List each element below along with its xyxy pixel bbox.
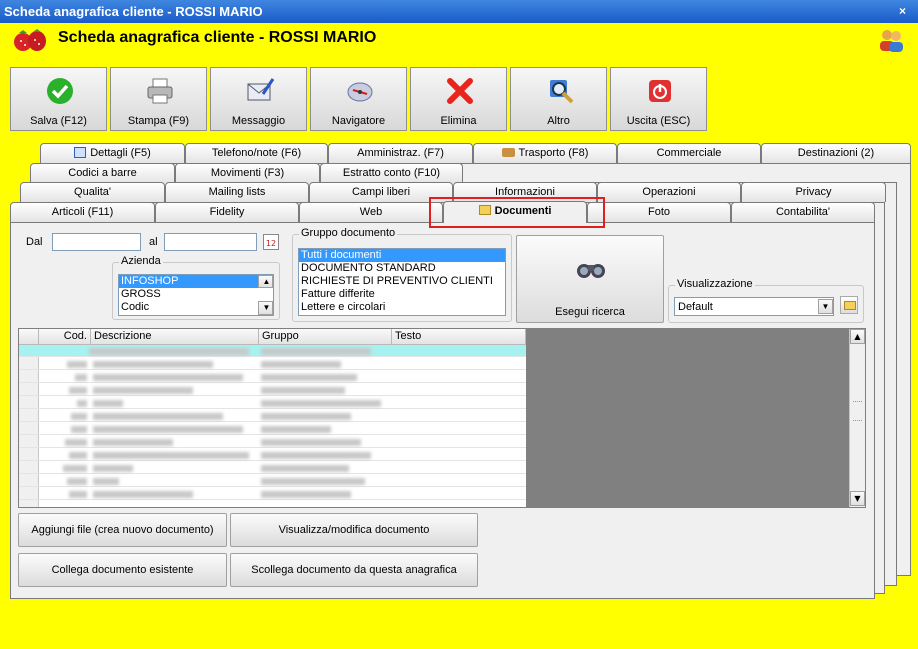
table-row[interactable] <box>19 358 526 370</box>
column-header-gruppo[interactable]: Gruppo <box>259 329 392 345</box>
table-row[interactable] <box>19 488 526 500</box>
visualizzazione-title: Visualizzazione <box>675 278 755 290</box>
highlight-box <box>429 197 605 228</box>
folder-open-button[interactable] <box>840 296 858 314</box>
tab-privacy[interactable]: Privacy <box>741 182 886 202</box>
delete-icon <box>447 78 473 104</box>
folder-icon <box>844 301 856 310</box>
column-header-descrizione[interactable]: Descrizione <box>91 329 259 345</box>
link-document-button[interactable]: Collega documento esistente <box>18 553 227 587</box>
dal-label: Dal <box>26 236 43 248</box>
list-item[interactable]: RICHIESTE DI PREVENTIVO CLIENTI <box>299 275 505 288</box>
list-item[interactable]: DOCUMENTO STANDARD <box>299 262 505 275</box>
navigator-button[interactable]: Navigatore <box>310 67 407 131</box>
documents-grid[interactable]: Cod. Descrizione Gruppo Testo ▲ ▼ <box>18 328 866 508</box>
close-icon[interactable]: × <box>899 0 906 23</box>
binoculars-icon <box>577 264 605 278</box>
grid-empty-area <box>526 329 850 507</box>
list-item[interactable]: INFOSHOP <box>119 275 273 288</box>
window-titlebar: Scheda anagrafica cliente - ROSSI MARIO … <box>0 0 918 23</box>
al-label: al <box>149 236 158 248</box>
tab-qualita[interactable]: Qualita' <box>20 182 165 202</box>
table-row[interactable] <box>19 397 526 409</box>
tab-web[interactable]: Web <box>299 202 443 222</box>
other-button[interactable]: Altro <box>510 67 607 131</box>
check-icon <box>47 78 73 104</box>
azienda-group-title: Azienda <box>119 255 163 267</box>
table-row[interactable] <box>19 423 526 435</box>
truck-icon <box>501 148 515 157</box>
table-row[interactable] <box>19 410 526 422</box>
table-row[interactable] <box>19 384 526 396</box>
magnifier-icon <box>550 80 574 104</box>
tab-operazioni[interactable]: Operazioni <box>597 182 741 202</box>
scroll-up-icon[interactable]: ▲ <box>850 329 865 344</box>
gruppo-documento-listbox[interactable]: Tutti i documenti DOCUMENTO STANDARD RIC… <box>298 248 506 316</box>
delete-button[interactable]: Elimina <box>410 67 507 131</box>
table-row[interactable] <box>19 462 526 474</box>
chevron-down-icon[interactable]: ▼ <box>818 299 833 314</box>
dal-date-input[interactable] <box>52 233 141 251</box>
grid-indicator-header <box>19 329 39 345</box>
table-row[interactable] <box>19 436 526 448</box>
exit-button[interactable]: Uscita (ESC) <box>610 67 707 131</box>
gruppo-documento-title: Gruppo documento <box>299 227 398 239</box>
tab-fidelity[interactable]: Fidelity <box>155 202 299 222</box>
list-item[interactable]: Tutti i documenti <box>299 249 505 262</box>
search-button[interactable]: Esegui ricerca <box>516 235 664 323</box>
scroll-down-icon[interactable]: ▼ <box>258 301 273 315</box>
tab-contabilita[interactable]: Contabilita' <box>731 202 875 222</box>
list-item[interactable]: Lettere e circolari <box>299 301 505 314</box>
tab-articoli[interactable]: Articoli (F11) <box>10 202 155 222</box>
users-icon[interactable] <box>878 28 904 52</box>
column-header-cod[interactable]: Cod. <box>39 329 91 345</box>
message-button[interactable]: Messaggio <box>210 67 307 131</box>
tab-codici-barre[interactable]: Codici a barre <box>30 163 175 183</box>
tab-destinazioni[interactable]: Destinazioni (2) <box>761 143 911 163</box>
visualizzazione-select[interactable]: Default ▼ <box>674 297 834 316</box>
table-row[interactable] <box>19 371 526 383</box>
visualizzazione-value: Default <box>678 301 713 313</box>
save-button[interactable]: Salva (F12) <box>10 67 107 131</box>
scroll-up-icon[interactable]: ▲ <box>258 275 273 288</box>
calendar-icon[interactable]: 12 <box>263 234 279 250</box>
header: Scheda anagrafica cliente - ROSSI MARIO <box>0 23 918 57</box>
window-title: Scheda anagrafica cliente - ROSSI MARIO <box>4 4 263 19</box>
list-item[interactable]: GROSS <box>119 288 273 301</box>
calendar-small-icon <box>74 147 87 158</box>
view-edit-document-button[interactable]: Visualizza/modifica documento <box>230 513 478 547</box>
exit-icon <box>649 80 671 102</box>
al-date-input[interactable] <box>164 233 257 251</box>
azienda-listbox[interactable]: INFOSHOP GROSS Codic ▲ ▼ <box>118 274 274 316</box>
scroll-down-icon[interactable]: ▼ <box>850 491 865 506</box>
scroll-grip[interactable] <box>853 401 862 421</box>
add-file-button[interactable]: Aggiungi file (crea nuovo documento) <box>18 513 227 547</box>
strawberry-logo-icon <box>14 29 46 51</box>
page-title: Scheda anagrafica cliente - ROSSI MARIO <box>58 29 377 46</box>
table-row[interactable] <box>19 449 526 461</box>
list-item[interactable]: Fatture differite <box>299 288 505 301</box>
table-row[interactable] <box>19 345 526 357</box>
grid-vertical-scrollbar[interactable]: ▲ ▼ <box>849 329 865 507</box>
message-icon <box>247 78 275 101</box>
tab-commerciale[interactable]: Commerciale <box>617 143 761 163</box>
print-button[interactable]: Stampa (F9) <box>110 67 207 131</box>
tab-telefono-note[interactable]: Telefono/note (F6) <box>185 143 328 163</box>
column-header-testo[interactable]: Testo <box>392 329 526 345</box>
tab-trasporto[interactable]: Trasporto (F8) <box>473 143 617 163</box>
tab-foto[interactable]: Foto <box>587 202 731 222</box>
list-item[interactable]: Codic <box>119 301 273 314</box>
unlink-document-button[interactable]: Scollega documento da questa anagrafica <box>230 553 478 587</box>
navigator-icon <box>347 82 373 102</box>
tab-amministrazione[interactable]: Amministraz. (F7) <box>328 143 473 163</box>
tab-mailing-lists[interactable]: Mailing lists <box>165 182 309 202</box>
table-row[interactable] <box>19 475 526 487</box>
search-button-label: Esegui ricerca <box>555 306 625 318</box>
tab-movimenti[interactable]: Movimenti (F3) <box>175 163 320 183</box>
printer-icon <box>147 78 173 104</box>
tab-dettagli[interactable]: Dettagli (F5) <box>40 143 185 163</box>
tab-estratto-conto[interactable]: Estratto conto (F10) <box>320 163 463 183</box>
